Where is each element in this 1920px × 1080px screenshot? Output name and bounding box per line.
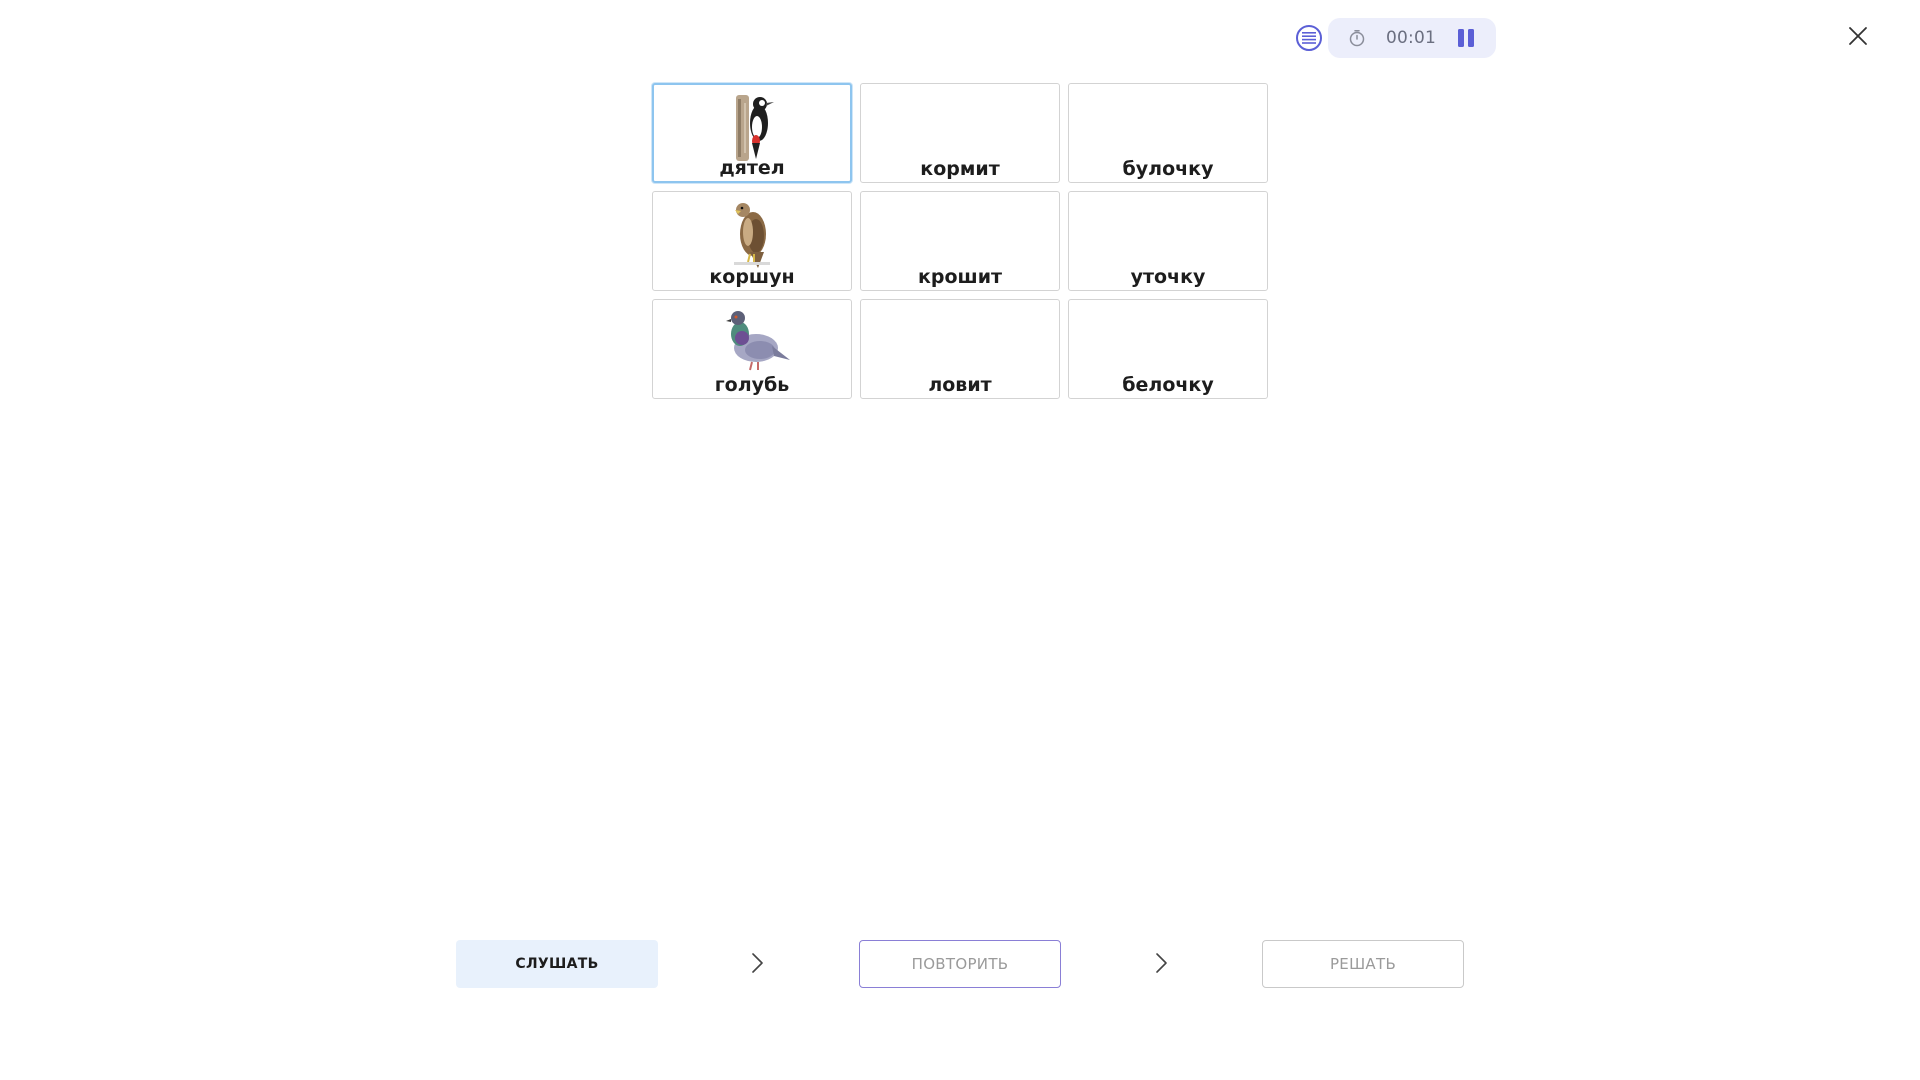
word-card-squirrel[interactable]: белочку bbox=[1068, 299, 1268, 399]
word-label: голубь bbox=[714, 374, 790, 396]
top-toolbar: 00:01 bbox=[1296, 18, 1496, 58]
word-card-crumbles[interactable]: крошит bbox=[860, 191, 1060, 291]
word-card-duckling[interactable]: уточку bbox=[1068, 191, 1268, 291]
word-card-pigeon[interactable]: голубь bbox=[652, 299, 852, 399]
word-label: коршун bbox=[709, 266, 795, 288]
timer-value: 00:01 bbox=[1386, 28, 1436, 48]
pigeon-image bbox=[726, 311, 790, 371]
word-label: белочку bbox=[1122, 374, 1214, 396]
kite-bird-image bbox=[734, 203, 770, 268]
menu-button[interactable] bbox=[1296, 25, 1322, 51]
stopwatch-icon bbox=[1349, 30, 1365, 47]
word-card-catches[interactable]: ловит bbox=[860, 299, 1060, 399]
chevron-right-icon bbox=[1156, 953, 1167, 973]
word-label: булочку bbox=[1122, 158, 1214, 180]
word-card-bun[interactable]: булочку bbox=[1068, 83, 1268, 183]
pause-icon bbox=[1458, 29, 1464, 47]
listen-button[interactable]: СЛУШАТЬ bbox=[456, 940, 658, 988]
list-icon bbox=[1302, 32, 1316, 44]
chevron-right-icon bbox=[752, 953, 763, 973]
exercise-screen: 00:01 дятел кормит булочку коршун крошит… bbox=[0, 0, 1920, 1080]
word-card-kite[interactable]: коршун bbox=[652, 191, 852, 291]
timer: 00:01 bbox=[1328, 18, 1496, 58]
pause-button[interactable] bbox=[1458, 29, 1474, 47]
word-card-feeds[interactable]: кормит bbox=[860, 83, 1060, 183]
close-icon[interactable] bbox=[1846, 24, 1870, 48]
woodpecker-image bbox=[736, 95, 774, 161]
word-grid: дятел кормит булочку коршун крошит уточк… bbox=[652, 83, 1268, 399]
word-label: дятел bbox=[719, 157, 785, 179]
word-label: уточку bbox=[1130, 266, 1206, 288]
solve-button[interactable]: РЕШАТЬ bbox=[1262, 940, 1464, 988]
word-label: кормит bbox=[920, 158, 1000, 180]
word-label: ловит bbox=[928, 374, 992, 396]
repeat-button[interactable]: ПОВТОРИТЬ bbox=[859, 940, 1061, 988]
word-card-woodpecker[interactable]: дятел bbox=[652, 83, 852, 183]
word-label: крошит bbox=[917, 266, 1003, 288]
